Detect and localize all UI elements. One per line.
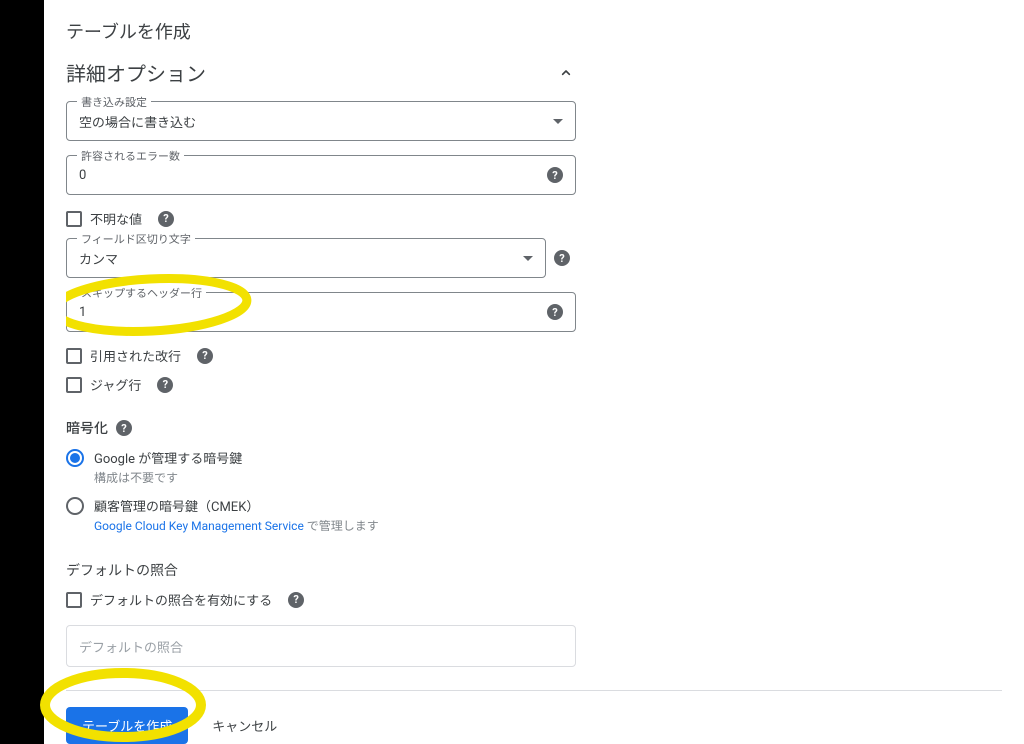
jagged-rows-label: ジャグ行 [90,375,141,394]
skip-header-rows-value: 1 [79,305,547,320]
help-icon[interactable]: ? [116,420,132,436]
encryption-cmek-kms-link[interactable]: Google Cloud Key Management Service [94,519,304,533]
write-disposition-label: 書き込み設定 [77,94,151,110]
encryption-cmek-radio[interactable] [66,497,84,515]
default-collation-heading: デフォルトの照合 [66,560,178,580]
allowed-errors-value: 0 [79,168,547,183]
quoted-newlines-checkbox[interactable] [66,348,82,364]
encryption-google-managed-sub: 構成は不要です [94,469,242,486]
unknown-values-checkbox[interactable] [66,211,82,227]
jagged-rows-checkbox[interactable] [66,377,82,393]
allowed-errors-label: 許容されるエラー数 [77,148,184,164]
help-icon[interactable]: ? [554,250,570,266]
encryption-google-managed-label: Google が管理する暗号鍵 [94,448,242,467]
unknown-values-label: 不明な値 [90,209,142,228]
allowed-errors-input[interactable]: 許容されるエラー数 0 ? [66,155,576,195]
field-delimiter-value: カンマ [79,249,515,268]
advanced-options-title: 詳細オプション [66,58,206,87]
write-disposition-select[interactable]: 書き込み設定 空の場合に書き込む [66,101,576,141]
field-delimiter-label: フィールド区切り文字 [77,231,195,247]
encryption-cmek-sub: Google Cloud Key Management Service で管理し… [94,517,379,534]
help-icon[interactable]: ? [197,348,213,364]
help-icon[interactable]: ? [157,377,173,393]
encryption-google-managed-radio[interactable] [66,449,84,467]
panel-title: テーブルを作成 [66,18,1002,44]
footer-actions: テーブルを作成 キャンセル [66,690,1002,744]
help-icon[interactable]: ? [288,592,304,608]
chevron-up-icon [556,63,576,83]
help-icon[interactable]: ? [547,304,563,320]
default-collation-select: デフォルトの照合 [66,625,576,667]
help-icon[interactable]: ? [547,167,563,183]
write-disposition-value: 空の場合に書き込む [79,112,545,131]
cancel-button[interactable]: キャンセル [206,715,283,736]
left-sidebar-edge [0,0,44,744]
encryption-cmek-label: 顧客管理の暗号鍵（CMEK） [94,496,379,515]
enable-default-collation-label: デフォルトの照合を有効にする [90,590,272,609]
field-delimiter-select[interactable]: フィールド区切り文字 カンマ [66,238,546,278]
default-collation-placeholder: デフォルトの照合 [79,637,183,656]
create-table-button[interactable]: テーブルを作成 [66,707,188,744]
encryption-heading: 暗号化 [66,418,108,438]
dropdown-caret-icon [523,256,533,261]
dropdown-caret-icon [553,119,563,124]
help-icon[interactable]: ? [158,211,174,227]
advanced-options-header[interactable]: 詳細オプション [66,58,576,87]
skip-header-rows-input[interactable]: スキップするヘッダー行 1 ? [66,292,576,332]
enable-default-collation-checkbox[interactable] [66,592,82,608]
skip-header-rows-label: スキップするヘッダー行 [77,285,206,301]
quoted-newlines-label: 引用された改行 [90,346,181,365]
